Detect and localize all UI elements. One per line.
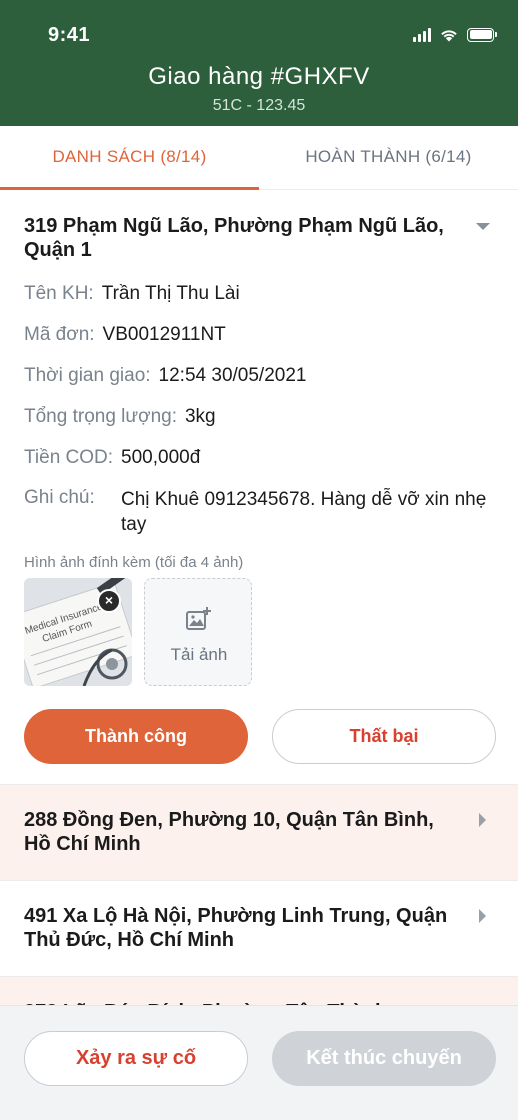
battery-icon [467,27,497,42]
remove-attachment-icon[interactable]: × [97,589,121,613]
field-value: 500,000đ [121,447,201,468]
status-icons [413,27,497,42]
add-image-icon [186,607,211,630]
note-value: Chị Khuê 0912345678. Hàng dễ vỡ xin nhẹ … [121,489,487,535]
field-label: Tổng trọng lượng: [24,406,177,427]
field-value: 3kg [184,406,216,427]
bottom-action-bar: Xảy ra sự cố Kết thúc chuyến [0,1005,518,1120]
active-tab-indicator [0,187,259,190]
order-card[interactable]: 288 Đồng Đen, Phường 10, Quận Tân Bình, … [0,785,518,881]
report-incident-button[interactable]: Xảy ra sự cố [24,1031,248,1086]
total-weight-row: Tổng trọng lượng: 3kg [24,405,216,429]
chevron-right-icon [479,813,486,827]
cod-amount-row: Tiền COD: 500,000đ [24,446,200,470]
cellular-signal-icon [413,27,431,42]
field-label: Thời gian giao: [24,365,151,386]
field-label: Mã đơn: [24,324,95,345]
app-header: 9:41 Giao hàng #GHXFV 51C - 123.45 [0,0,518,126]
order-address[interactable]: 319 Phạm Ngũ Lão, Phường Phạm Ngũ Lão, Q… [24,214,454,262]
chevron-down-icon[interactable] [476,223,490,230]
field-value: 12:54 30/05/2021 [158,365,307,386]
page-title: Giao hàng #GHXFV [148,63,370,90]
tab-bar: DANH SÁCH (8/14) HOÀN THÀNH (6/14) [0,126,518,190]
expanded-order-card: 319 Phạm Ngũ Lão, Phường Phạm Ngũ Lão, Q… [0,191,518,785]
field-label: Tiền COD: [24,447,114,468]
tab-completed[interactable]: HOÀN THÀNH (6/14) [259,126,518,190]
end-trip-button[interactable]: Kết thúc chuyến [272,1031,496,1086]
customer-name-row: Tên KH: Trần Thị Thu Lài [24,282,240,306]
wifi-icon [441,30,457,42]
tab-list[interactable]: DANH SÁCH (8/14) [0,126,259,190]
field-label: Tên KH: [24,283,94,304]
order-card[interactable]: 491 Xa Lộ Hà Nội, Phường Linh Trung, Quậ… [0,881,518,977]
order-address: 288 Đồng Đen, Phường 10, Quận Tân Bình, … [24,809,434,855]
status-bar: 9:41 [0,0,518,70]
attachments-label: Hình ảnh đính kèm (tối đa 4 ảnh) [24,554,244,571]
chevron-right-icon [479,909,486,923]
field-value: VB0012911NT [102,324,226,345]
field-value: Trần Thị Thu Lài [101,283,240,304]
vehicle-plate: 51C - 123.45 [212,97,306,114]
upload-label: Tải ảnh [170,645,228,664]
order-address: 491 Xa Lộ Hà Nội, Phường Linh Trung, Quậ… [24,905,448,951]
order-code-row: Mã đơn: VB0012911NT [24,323,226,347]
status-time: 9:41 [48,24,91,46]
delivery-time-row: Thời gian giao: 12:54 30/05/2021 [24,364,306,388]
upload-image-button[interactable]: Tải ảnh [144,578,252,686]
fail-button[interactable]: Thất bại [272,709,496,764]
success-button[interactable]: Thành công [24,709,248,764]
note-label: Ghi chú: [24,487,95,508]
